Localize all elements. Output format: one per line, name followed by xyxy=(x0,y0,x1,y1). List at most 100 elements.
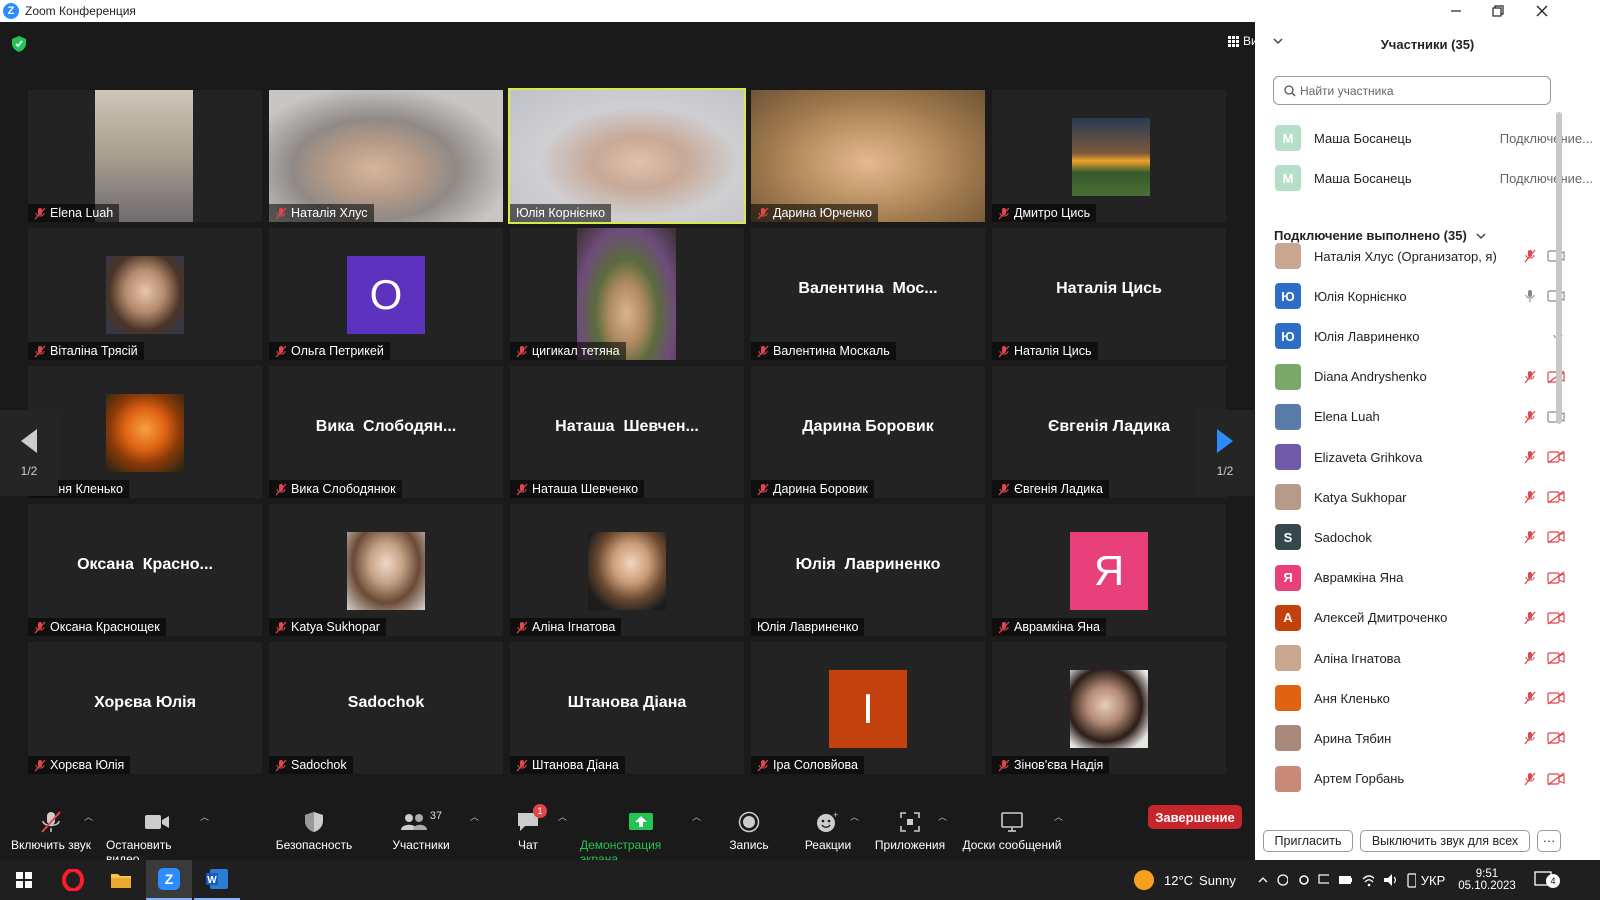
apps-button[interactable]: Приложения ︿ xyxy=(874,810,947,852)
participant-video-tile[interactable]: I Іра Соловйова xyxy=(751,642,985,774)
reactions-button[interactable]: + Реакции ︿ xyxy=(804,810,859,852)
apps-options-chevron-icon[interactable]: ︿ xyxy=(938,810,947,823)
muted-mic-icon[interactable] xyxy=(1523,450,1537,464)
participant-video-tile[interactable]: цигикал тетяна xyxy=(510,228,744,360)
participant-list-item[interactable]: Ю Юлія Лавриненко xyxy=(1275,318,1565,354)
unmute-options-chevron-icon[interactable]: ︿ xyxy=(84,810,93,823)
zoom-taskbar-button[interactable]: Z xyxy=(146,860,192,900)
participant-list-item[interactable]: Я Аврамкіна Яна xyxy=(1275,560,1565,596)
participant-list-item[interactable]: Katya Sukhopar xyxy=(1275,479,1565,515)
muted-mic-icon[interactable] xyxy=(1523,410,1537,424)
muted-mic-icon[interactable] xyxy=(1523,731,1537,745)
chat-options-chevron-icon[interactable]: ︿ xyxy=(558,810,567,823)
connecting-participant-row[interactable]: M Маша Босанець Подключение... xyxy=(1275,120,1593,156)
participant-video-tile[interactable]: Зінов'єва Надія xyxy=(992,642,1226,774)
participant-video-tile[interactable]: Наташа Шевчен... Наташа Шевченко xyxy=(510,366,744,498)
participant-list-item[interactable]: S Sadochok xyxy=(1275,519,1565,555)
participant-list-item[interactable]: Артем Горбань xyxy=(1275,761,1565,797)
participant-video-tile[interactable]: Elena Luah xyxy=(28,90,262,222)
tray-chevron-up-icon[interactable] xyxy=(1254,860,1272,900)
participant-video-tile[interactable]: Katya Sukhopar xyxy=(269,504,503,636)
notifications-button[interactable]: 4 xyxy=(1524,860,1564,900)
participant-video-tile[interactable]: Наталія Цись Наталія Цись xyxy=(992,228,1226,360)
participants-options-chevron-icon[interactable]: ︿ xyxy=(470,810,479,823)
video-off-icon[interactable] xyxy=(1547,772,1565,786)
video-off-icon[interactable] xyxy=(1547,450,1565,464)
minimize-button[interactable] xyxy=(1434,0,1478,22)
participant-video-tile[interactable]: Аліна Ігнатова xyxy=(510,504,744,636)
muted-mic-icon[interactable] xyxy=(1523,691,1537,705)
participant-video-tile[interactable]: Дарина Боровик Дарина Боровик xyxy=(751,366,985,498)
next-page-button[interactable]: 1/2 xyxy=(1196,410,1254,496)
participant-video-tile[interactable]: Віталіна Трясій xyxy=(28,228,262,360)
video-off-icon[interactable] xyxy=(1547,490,1565,504)
video-off-icon[interactable] xyxy=(1547,571,1565,585)
more-options-button[interactable]: ··· xyxy=(1537,830,1561,852)
participant-video-tile[interactable]: Валентина Мос... Валентина Москаль xyxy=(751,228,985,360)
participant-video-tile[interactable]: Наталія Хлус xyxy=(269,90,503,222)
invite-button[interactable]: Пригласить xyxy=(1263,830,1353,852)
muted-mic-icon[interactable] xyxy=(1523,530,1537,544)
participant-video-tile[interactable]: Хорєва Юлія Хорєва Юлія xyxy=(28,642,262,774)
participant-video-tile[interactable]: Оксана Красно... Оксана Краснощек xyxy=(28,504,262,636)
whiteboards-button[interactable]: Доски сообщений ︿ xyxy=(962,810,1063,852)
muted-mic-icon[interactable] xyxy=(1523,571,1537,585)
video-off-icon[interactable] xyxy=(1547,691,1565,705)
participant-list-item[interactable]: Аня Кленько xyxy=(1275,680,1565,716)
video-off-icon[interactable] xyxy=(1547,651,1565,665)
participant-list-item[interactable]: Elizaveta Grihkova xyxy=(1275,439,1565,475)
muted-mic-icon[interactable] xyxy=(1523,651,1537,665)
participant-video-tile[interactable]: Дмитро Цись xyxy=(992,90,1226,222)
participant-list-item[interactable]: Аліна Ігнатова xyxy=(1275,640,1565,676)
participants-scrollbar[interactable] xyxy=(1556,112,1562,424)
weather-widget[interactable]: 12°C Sunny xyxy=(1134,860,1274,900)
language-indicator[interactable]: УКР xyxy=(1418,860,1448,900)
participant-video-tile[interactable]: Аня Кленько xyxy=(28,366,262,498)
participant-video-tile[interactable]: Юлія Корнієнко xyxy=(508,88,746,224)
previous-page-button[interactable]: 1/2 xyxy=(0,410,58,496)
end-meeting-button[interactable]: Завершение xyxy=(1148,805,1242,829)
participant-list-item[interactable]: Ю Юлія Корнієнко xyxy=(1275,278,1565,314)
file-explorer-taskbar-button[interactable] xyxy=(98,860,144,900)
record-button[interactable]: Запись xyxy=(728,810,770,852)
participant-list-item[interactable]: Арина Тябин xyxy=(1275,720,1565,756)
muted-mic-icon[interactable] xyxy=(1523,772,1537,786)
restore-button[interactable] xyxy=(1476,0,1520,22)
participant-video-tile[interactable]: Вика Слободян... Вика Слободянюк xyxy=(269,366,503,498)
muted-mic-icon[interactable] xyxy=(1523,249,1537,263)
close-button[interactable] xyxy=(1520,0,1564,22)
start-button[interactable] xyxy=(0,860,48,900)
security-button[interactable]: Безопасность xyxy=(276,810,352,852)
participant-video-tile[interactable]: Юлія Лавриненко Юлія Лавриненко xyxy=(751,504,985,636)
participant-video-tile[interactable]: Євгенія Ладика Євгенія Ладика xyxy=(992,366,1226,498)
chat-button[interactable]: 1 Чат ︿ xyxy=(508,804,567,852)
video-off-icon[interactable] xyxy=(1547,530,1565,544)
participant-list-item[interactable]: Elena Luah xyxy=(1275,399,1565,435)
participants-button[interactable]: 37 Участники ︿ xyxy=(390,810,479,852)
stop-video-button[interactable]: Остановить видео ︿ xyxy=(106,810,209,866)
muted-mic-icon[interactable] xyxy=(1523,611,1537,625)
participant-video-tile[interactable]: Sadochok Sadochok xyxy=(269,642,503,774)
video-off-icon[interactable] xyxy=(1547,731,1565,745)
muted-mic-icon[interactable] xyxy=(1523,490,1537,504)
participant-list-item[interactable]: Diana Andryshenko xyxy=(1275,359,1565,395)
participant-video-tile[interactable]: Дарина Юрченко xyxy=(751,90,985,222)
participant-search-input[interactable]: Найти участника xyxy=(1273,76,1551,105)
connecting-participant-row[interactable]: M Маша Босанець Подключение... xyxy=(1275,160,1593,196)
video-options-chevron-icon[interactable]: ︿ xyxy=(200,810,209,823)
reactions-options-chevron-icon[interactable]: ︿ xyxy=(850,810,859,823)
whiteboards-options-chevron-icon[interactable]: ︿ xyxy=(1054,810,1063,823)
participant-list-item[interactable]: Наталія Хлус (Организатор, я) xyxy=(1275,238,1565,274)
share-options-chevron-icon[interactable]: ︿ xyxy=(692,810,701,823)
participant-video-tile[interactable]: Я Аврамкіна Яна xyxy=(992,504,1226,636)
unmute-button[interactable]: Включить звук ︿ xyxy=(10,810,93,852)
clock[interactable]: 9:51 05.10.2023 xyxy=(1452,860,1522,900)
participant-video-tile[interactable]: O Ольга Петрикей xyxy=(269,228,503,360)
opera-taskbar-button[interactable] xyxy=(50,860,96,900)
participant-list-item[interactable]: А Алексей Дмитроченко xyxy=(1275,600,1565,636)
share-screen-button[interactable]: Демонстрация экрана ︿ xyxy=(580,810,702,866)
microphone-icon[interactable] xyxy=(1523,289,1537,303)
word-taskbar-button[interactable]: W xyxy=(194,860,240,900)
mute-all-button[interactable]: Выключить звук для всех xyxy=(1360,830,1530,852)
muted-mic-icon[interactable] xyxy=(1523,370,1537,384)
